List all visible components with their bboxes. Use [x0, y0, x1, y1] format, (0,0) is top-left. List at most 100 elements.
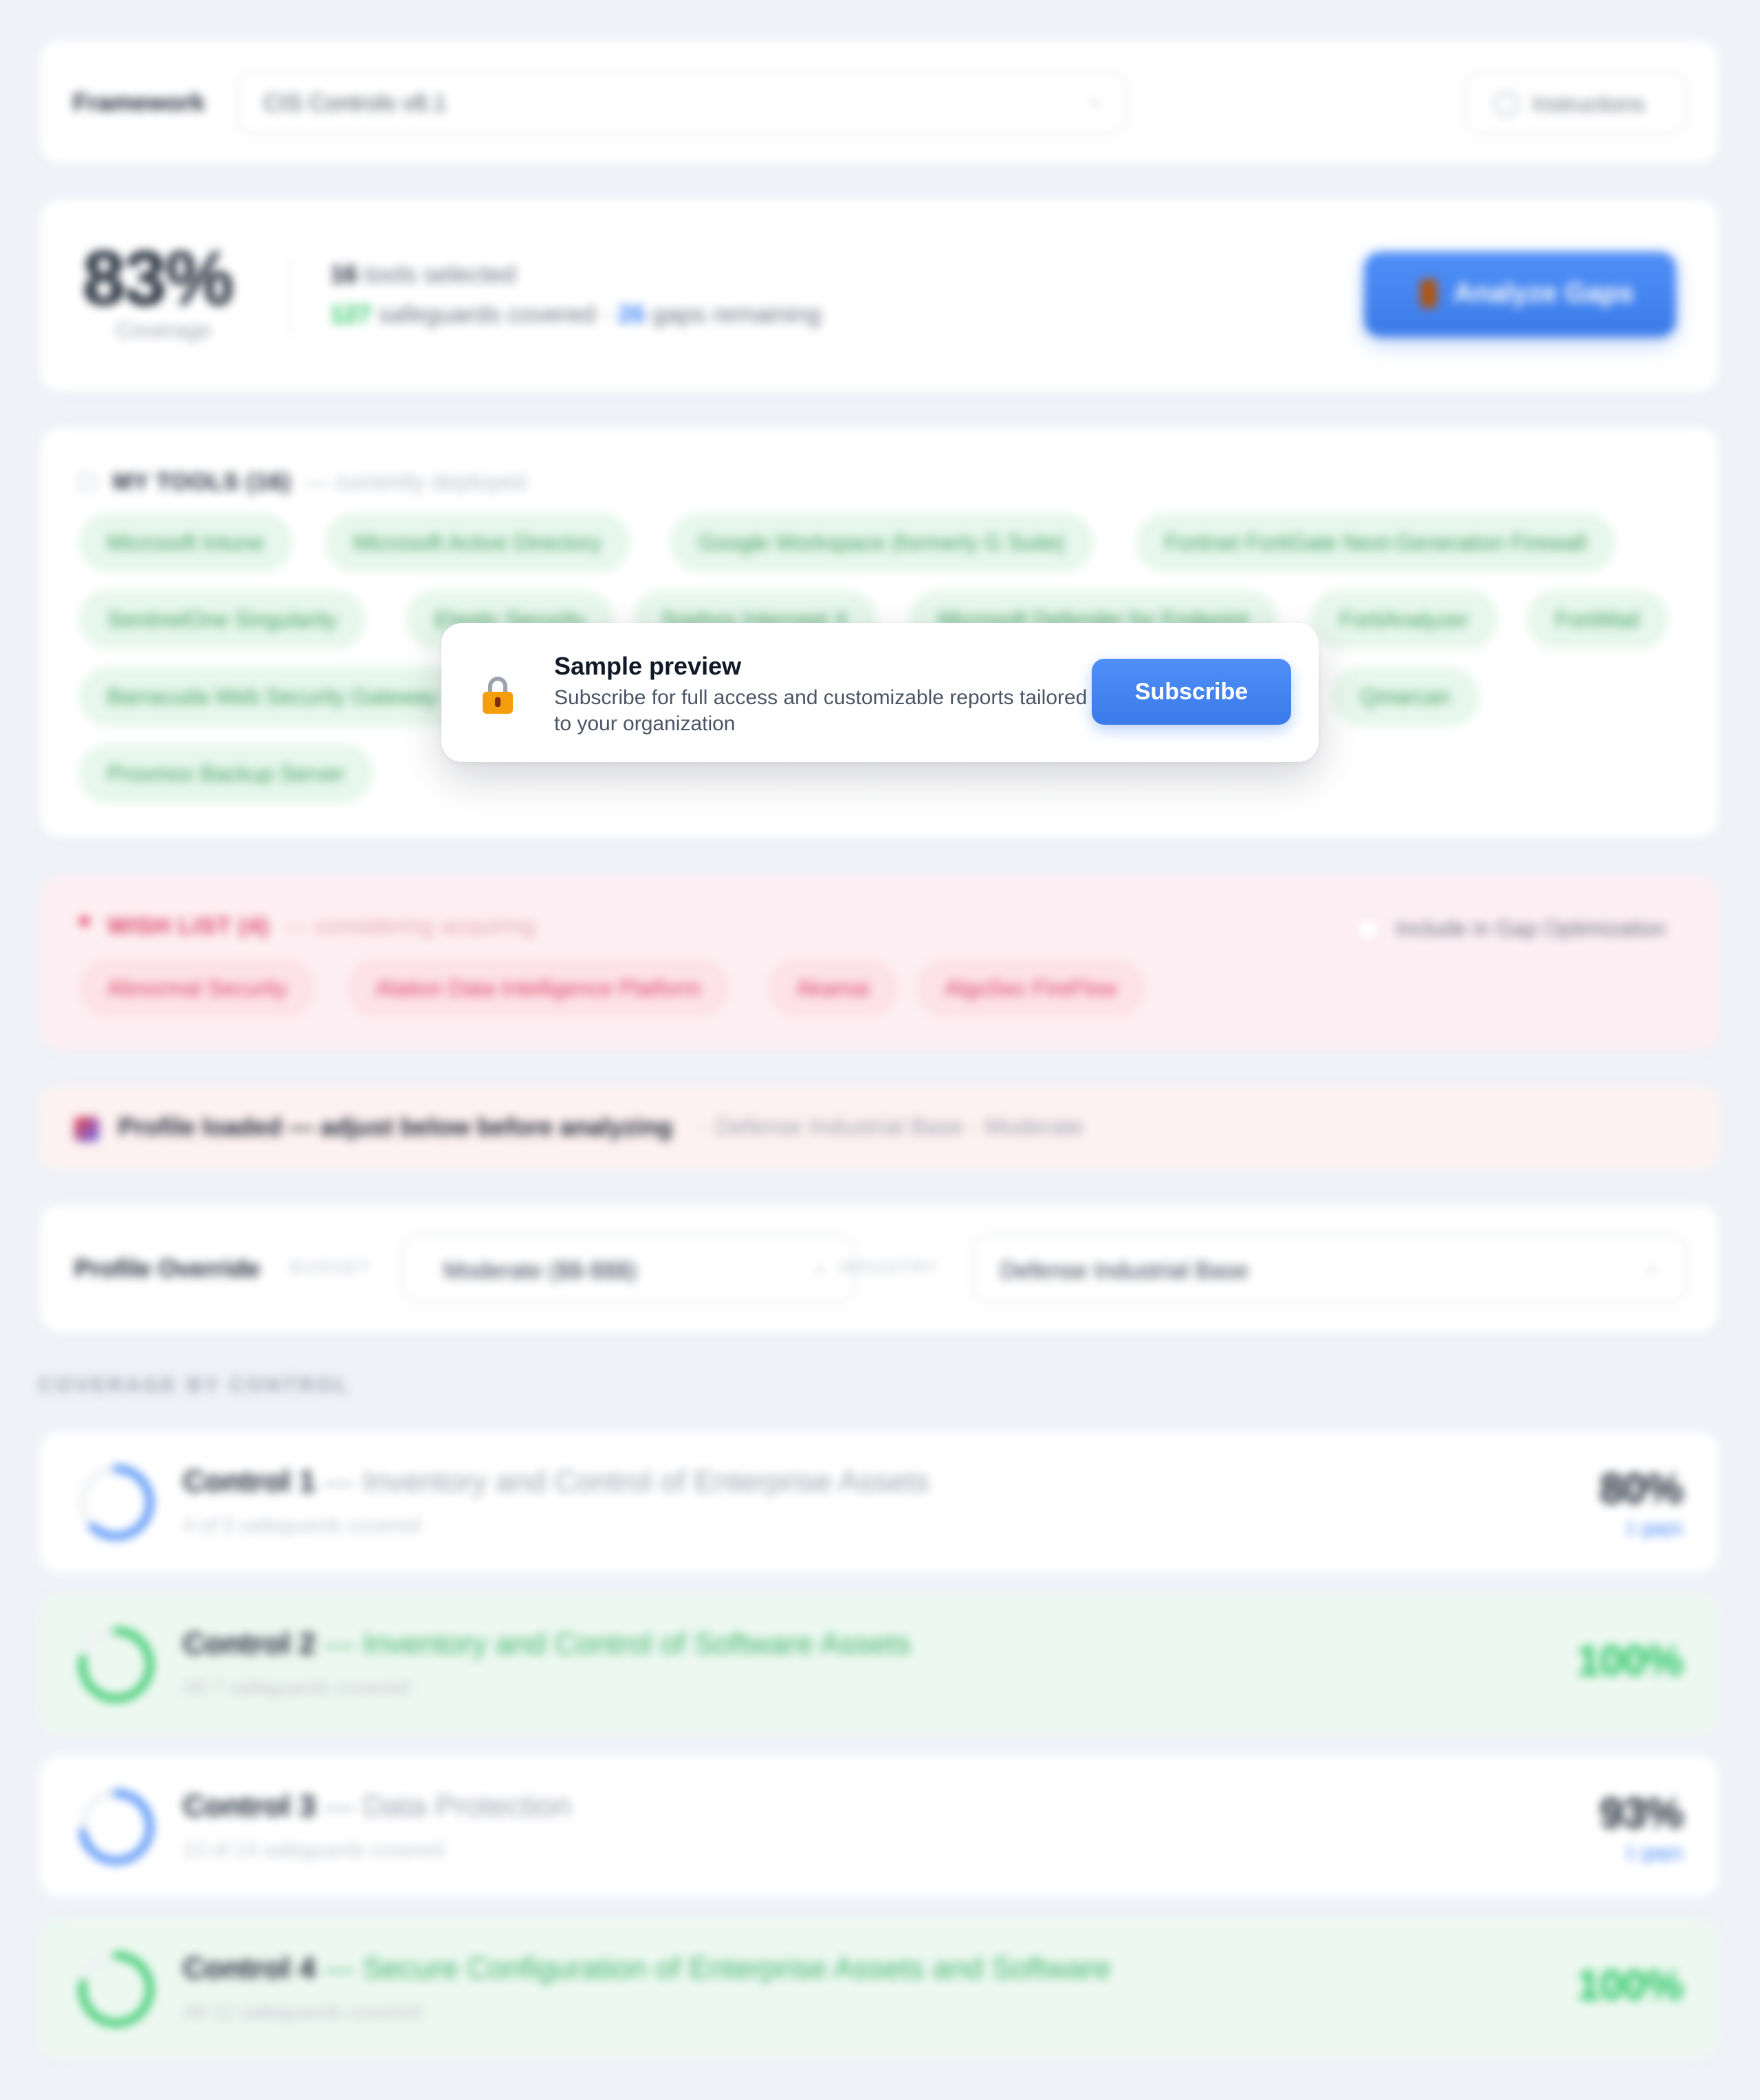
coverage-label: Coverage	[116, 318, 211, 342]
tool-chip[interactable]: Qmarcan	[1331, 667, 1480, 726]
instructions-button[interactable]: Instructions	[1464, 70, 1687, 135]
tool-chip[interactable]: Barracuda Web Security Gateway	[78, 667, 468, 726]
wish-chip[interactable]: Abnormal Security	[78, 959, 316, 1018]
budget-select[interactable]: Moderate ($$-$$$) ⌄	[402, 1234, 855, 1304]
instructions-label: Instructions	[1532, 91, 1645, 116]
wish-chip[interactable]: Alation Data Intelligence Platform	[346, 959, 730, 1018]
progress-ring	[78, 1627, 154, 1703]
progress-ring	[78, 1951, 154, 2027]
control-row[interactable]: Control 3 — Data Protection 13 of 14 saf…	[40, 1756, 1719, 1896]
control-heading: Control 1 — Inventory and Control of Ent…	[183, 1465, 930, 1499]
heart-icon: ♥	[78, 910, 91, 933]
industry-label: INDUSTRY	[839, 1258, 940, 1277]
control-safeguards: 4 of 5 safeguards covered	[183, 1514, 421, 1537]
control-heading: Control 2 — Inventory and Control of Sof…	[183, 1627, 911, 1661]
profile-override-card: Profile Override BUDGET Moderate ($$-$$$…	[40, 1205, 1719, 1333]
control-percent: 80%	[1599, 1465, 1684, 1513]
profile-loaded-detail: · Defense Industrial Base · Moderate	[701, 1114, 1084, 1140]
wish-list-title: WISH LIST (4)	[107, 913, 270, 939]
control-safeguards: All 7 safeguards covered	[183, 1676, 410, 1699]
tools-selected-text: tools selected	[364, 260, 516, 288]
control-safeguards: All 12 safeguards covered	[183, 2001, 421, 2024]
chevron-down-icon: ⌄	[812, 1256, 827, 1277]
my-tools-checkbox[interactable]	[78, 473, 96, 491]
dialog-text: Subscribe for full access and customizab…	[554, 686, 1088, 735]
tool-chip[interactable]: Google Workspace (formerly G Suite)	[670, 513, 1094, 572]
safeguards-covered-text: safeguards covered	[378, 300, 596, 328]
profile-loaded-text: Profile loaded — adjust below before ana…	[118, 1113, 673, 1141]
chevron-down-icon: ⌄	[1644, 1256, 1659, 1277]
chevron-down-icon: ⌄	[1087, 89, 1102, 109]
framework-card: Framework CIS Controls v8.1 ⌄ Instructio…	[40, 40, 1719, 164]
tool-chip[interactable]: Microsoft Intune	[78, 513, 293, 572]
budget-label: BUDGET	[290, 1258, 372, 1277]
control-description: — Inventory and Control of Software Asse…	[324, 1627, 911, 1661]
wish-chip[interactable]: AlgoSec FireFlow	[916, 959, 1146, 1018]
analyze-gaps-button[interactable]: Analyze Gaps	[1364, 252, 1676, 337]
tool-chip[interactable]: FortiMail	[1526, 590, 1669, 649]
profile-icon	[74, 1117, 99, 1141]
industry-select-value: Defense Industrial Base	[1000, 1258, 1248, 1284]
control-percent: 93%	[1599, 1790, 1684, 1837]
control-heading: Control 3 — Data Protection	[183, 1789, 571, 1824]
info-icon	[1494, 91, 1519, 116]
progress-ring	[78, 1789, 154, 1865]
control-name: Control 3	[183, 1789, 316, 1823]
tools-selected-count: 16	[330, 260, 358, 288]
industry-select[interactable]: Defense Industrial Base ⌄	[972, 1234, 1687, 1304]
profile-loaded-banner: Profile loaded — adjust below before ana…	[40, 1086, 1719, 1169]
lock-body	[483, 692, 513, 714]
progress-ring	[78, 1465, 154, 1540]
analyze-icon	[1420, 279, 1437, 308]
gaps-count: 26	[617, 300, 646, 328]
control-row[interactable]: Control 4 — Secure Configuration of Ente…	[40, 1918, 1719, 2059]
control-name: Control 2	[183, 1627, 316, 1661]
my-tools-subtitle: — currently deployed	[305, 469, 527, 495]
coverage-summary-card: 83% Coverage 16 tools selected 127 safeg…	[40, 199, 1719, 392]
subscribe-button[interactable]: Subscribe	[1092, 659, 1291, 725]
control-row[interactable]: Control 1 — Inventory and Control of Ent…	[40, 1432, 1719, 1572]
gap-optimization-label: Include in Gap Optimization	[1396, 916, 1666, 941]
analyze-gaps-label: Analyze Gaps	[1453, 278, 1634, 308]
dialog-title: Sample preview	[554, 652, 742, 680]
framework-label: Framework	[73, 88, 206, 116]
control-description: — Data Protection	[324, 1789, 571, 1823]
control-description: — Inventory and Control of Enterprise As…	[324, 1465, 930, 1498]
divider	[289, 257, 291, 337]
control-gaps: 1 gaps	[1625, 1841, 1683, 1863]
lock-icon	[483, 677, 513, 714]
tool-chip[interactable]: Fortinet FortiGate Next-Generation Firew…	[1136, 513, 1616, 572]
sample-preview-dialog: Sample preview Subscribe for full access…	[441, 623, 1319, 762]
gaps-text: gaps remaining	[652, 300, 822, 328]
tool-chip[interactable]: FortiAnalyzer	[1310, 590, 1498, 649]
framework-select[interactable]: CIS Controls v8.1 ⌄	[236, 70, 1128, 135]
control-safeguards: 13 of 14 safeguards covered	[183, 1839, 445, 1861]
control-percent: 100%	[1576, 1637, 1684, 1685]
separator-dot: ·	[602, 300, 611, 328]
safeguards-covered-count: 127	[330, 300, 372, 328]
control-heading: Control 4 — Secure Configuration of Ente…	[183, 1951, 1111, 1986]
control-gaps: 1 gaps	[1625, 1517, 1683, 1538]
control-description: — Secure Configuration of Enterprise Ass…	[324, 1951, 1111, 1985]
safeguards-line: 127 safeguards covered · 26 gaps remaini…	[330, 300, 822, 329]
control-row[interactable]: Control 2 — Inventory and Control of Sof…	[40, 1594, 1719, 1734]
tool-chip[interactable]: SentinelOne Singularity	[78, 590, 366, 649]
tool-chip[interactable]: Proxmox Backup Server	[78, 744, 374, 803]
control-name: Control 1	[183, 1465, 316, 1498]
coverage-by-control-title: COVERAGE BY CONTROL	[38, 1374, 351, 1397]
profile-override-title: Profile Override	[74, 1254, 261, 1282]
lock-keyhole	[495, 697, 500, 707]
wish-chip[interactable]: Akamai	[767, 959, 899, 1018]
my-tools-title: MY TOOLS (16)	[113, 469, 292, 495]
wish-list-subtitle: — considering acquiring	[285, 913, 536, 939]
gap-optimization-toggle[interactable]	[1354, 916, 1382, 943]
budget-select-value: Moderate ($$-$$$)	[443, 1258, 637, 1284]
wish-list-card: ♥ WISH LIST (4) — considering acquiring …	[40, 875, 1719, 1051]
coverage-percent: 83%	[82, 235, 234, 321]
blurred-background-app: Framework CIS Controls v8.1 ⌄ Instructio…	[0, 0, 1760, 2100]
control-percent: 100%	[1576, 1962, 1684, 2009]
control-name: Control 4	[183, 1951, 316, 1985]
framework-select-value: CIS Controls v8.1	[263, 90, 447, 116]
tools-selected-line: 16 tools selected	[330, 260, 516, 289]
tool-chip[interactable]: Microsoft Active Directory	[324, 513, 630, 572]
